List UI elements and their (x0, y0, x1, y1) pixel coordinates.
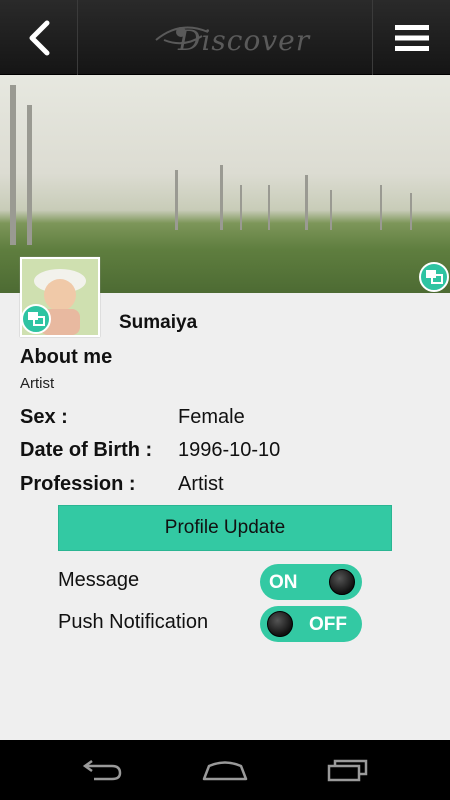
profile-update-button[interactable]: Profile Update (58, 505, 392, 551)
profession-label: Profession : (20, 473, 136, 495)
dob-value: 1996-10-10 (178, 439, 281, 461)
recent-apps-icon (328, 759, 368, 782)
message-setting-label: Message (58, 569, 140, 591)
about-heading: About me (20, 346, 113, 368)
hamburger-menu-icon (394, 24, 429, 51)
change-avatar-button[interactable] (21, 304, 51, 334)
push-notification-toggle[interactable]: OFF (260, 606, 362, 642)
dob-label: Date of Birth : (20, 439, 153, 461)
app-logo: Discover (150, 18, 309, 58)
logo-text: Discover (178, 24, 311, 57)
top-app-bar: Discover (0, 0, 450, 75)
chevron-left-icon (29, 20, 49, 55)
push-notification-label: Push Notification (58, 611, 209, 633)
photo-edit-icon (28, 312, 45, 326)
nav-back-button[interactable] (72, 750, 132, 790)
menu-button[interactable] (372, 0, 450, 75)
toggle-knob (329, 569, 355, 595)
home-icon (202, 761, 248, 781)
system-nav-bar (0, 740, 450, 800)
photo-edit-icon (426, 270, 443, 284)
toggle-state-text: ON (269, 572, 298, 593)
toggle-knob (267, 611, 293, 637)
toggle-state-text: OFF (309, 614, 347, 635)
sex-value: Female (178, 406, 245, 428)
back-arrow-icon (82, 759, 121, 781)
about-text: Artist (20, 375, 55, 392)
profession-value: Artist (178, 473, 224, 495)
nav-recents-button[interactable] (318, 750, 378, 790)
message-toggle[interactable]: ON (260, 564, 362, 600)
change-cover-button[interactable] (419, 262, 449, 292)
back-button[interactable] (0, 0, 78, 75)
user-name: Sumaiya (119, 312, 198, 333)
nav-home-button[interactable] (195, 750, 255, 790)
sex-label: Sex : (20, 406, 68, 428)
